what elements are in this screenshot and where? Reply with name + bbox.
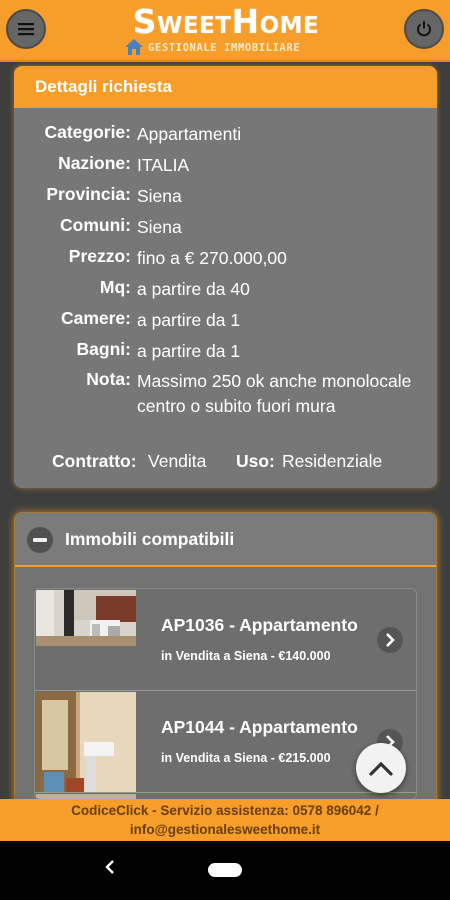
contract-value: Vendita: [148, 451, 207, 471]
compatible-properties-title: Immobili compatibili: [65, 529, 235, 549]
detail-label: Bagni:: [76, 339, 131, 359]
menu-button[interactable]: [6, 9, 46, 49]
footer-email[interactable]: info@gestionalesweethome.it: [0, 820, 450, 839]
footer-support-line: CodiceClick - Servizio assistenza: 0578 …: [71, 803, 379, 818]
logo-title: SweetHome: [132, 2, 320, 41]
contract-label: Contratto:: [52, 451, 137, 471]
property-subtitle: in Vendita a Siena - €140.000: [161, 649, 331, 663]
request-details-panel: Dettagli richiesta Categorie: Appartamen…: [14, 66, 437, 488]
property-title: AP1036 - Appartamento: [161, 615, 358, 635]
property-thumbnail: [36, 590, 136, 646]
system-navigation-bar: [0, 841, 450, 900]
support-footer: CodiceClick - Servizio assistenza: 0578 …: [0, 799, 450, 841]
compatible-properties-header[interactable]: Immobili compatibili: [15, 513, 436, 567]
app-header: SweetHome Gestionale Immobiliare: [0, 0, 450, 62]
property-subtitle: in Vendita a Siena - €215.000: [161, 751, 331, 765]
request-details-title: Dettagli richiesta: [14, 66, 437, 108]
property-thumbnail: [36, 692, 136, 792]
sweethome-logo: SweetHome Gestionale Immobiliare: [120, 2, 332, 58]
app-screen: SweetHome Gestionale Immobiliare Dettagl…: [0, 0, 450, 900]
detail-label: Camere:: [60, 308, 131, 328]
home-pill-icon[interactable]: [208, 863, 242, 877]
back-icon[interactable]: [104, 858, 116, 881]
detail-value: a partire da 1: [137, 310, 241, 330]
logo-subtitle: Gestionale Immobiliare: [148, 42, 301, 54]
power-icon: [417, 21, 431, 37]
detail-label: Categorie:: [44, 122, 131, 142]
detail-label: Provincia:: [46, 184, 131, 204]
detail-label: Nazione:: [58, 153, 131, 173]
collapse-minus-icon[interactable]: [27, 527, 53, 553]
chevron-right-icon[interactable]: [377, 627, 403, 653]
chevron-up-icon: [369, 761, 393, 776]
detail-label: Prezzo:: [68, 246, 131, 266]
property-title: AP1044 - Appartamento: [161, 717, 358, 737]
scroll-to-top-button[interactable]: [356, 743, 406, 793]
detail-value: a partire da 40: [137, 279, 250, 299]
detail-value: a partire da 1: [137, 341, 241, 361]
detail-label: Mq:: [99, 277, 131, 297]
hamburger-menu-icon: [18, 23, 34, 36]
logout-button[interactable]: [404, 9, 444, 49]
property-card[interactable]: AP1036 - Appartamento in Vendita a Siena…: [35, 589, 416, 691]
detail-label: Comuni:: [60, 215, 131, 235]
detail-value: Siena: [137, 217, 182, 237]
detail-label: Nota:: [86, 369, 131, 389]
house-icon: [125, 39, 143, 55]
detail-value: Appartamenti: [137, 124, 242, 144]
use-label: Uso:: [236, 451, 275, 471]
detail-value: Siena: [137, 186, 182, 206]
detail-value: Massimo 250 ok anche monolocale centro o…: [137, 371, 412, 416]
detail-value: fino a € 270.000,00: [137, 248, 287, 268]
detail-value: ITALIA: [137, 155, 190, 175]
use-value: Residenziale: [282, 451, 383, 471]
